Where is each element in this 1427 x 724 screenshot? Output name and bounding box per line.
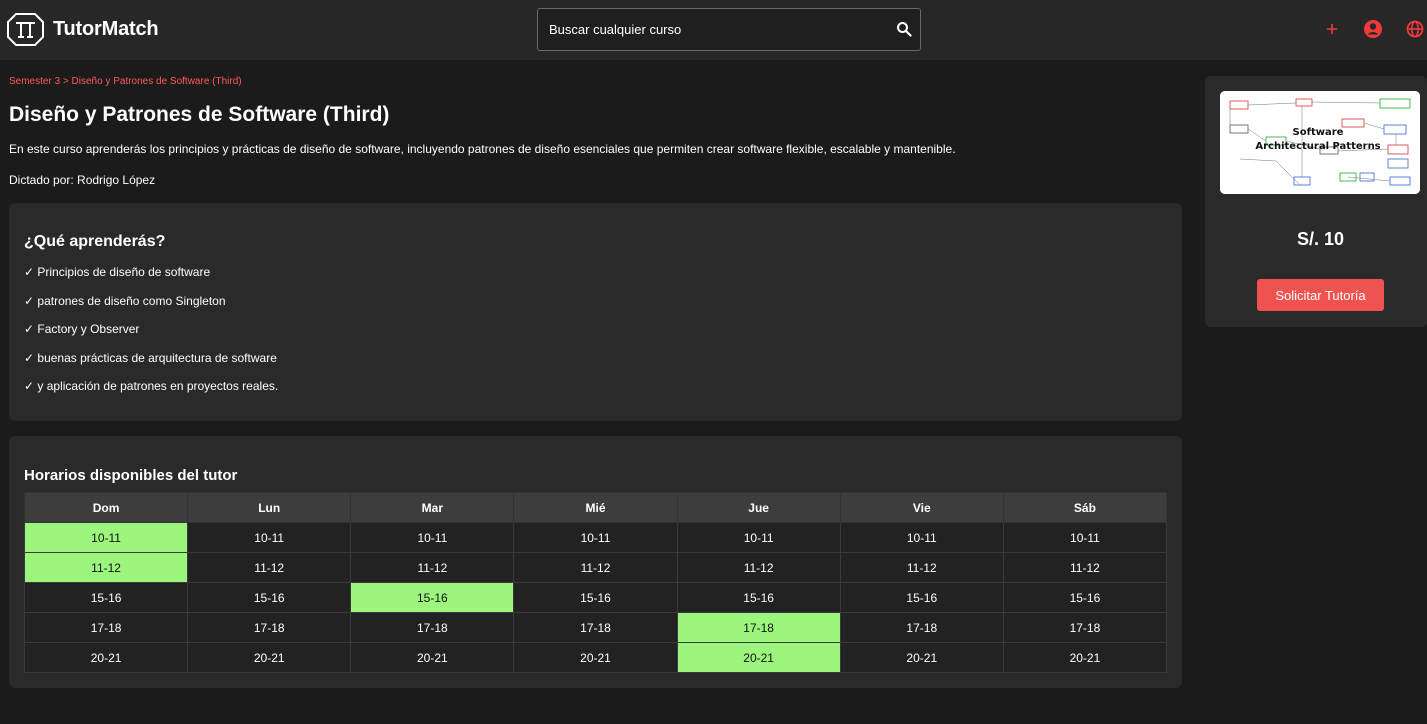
brand-name: TutorMatch <box>53 18 159 40</box>
course-thumbnail-image: Software Architectural Patterns <box>1220 91 1420 194</box>
available-slot-cell[interactable]: 10-11 <box>23 522 189 553</box>
globe-icon[interactable] <box>1405 19 1425 39</box>
learning-outcome-item: ✓ y aplicación de patrones en proyectos … <box>24 379 279 393</box>
top-navbar: TutorMatch <box>0 0 1427 60</box>
plus-icon[interactable] <box>1322 19 1342 39</box>
user-icon[interactable] <box>1363 19 1383 39</box>
thumbnail-text-line-2: Architectural Patterns <box>1255 141 1380 152</box>
slot-cell[interactable]: 11-12 <box>513 552 678 583</box>
slot-cell[interactable]: 11-12 <box>1002 552 1168 583</box>
slot-cell[interactable]: 15-16 <box>676 582 841 613</box>
schedule-row: 15-16 15-16 15-16 15-16 15-16 15-16 15-16 <box>23 582 1168 613</box>
slot-cell[interactable]: 11-12 <box>676 552 841 583</box>
search-icon[interactable] <box>896 21 912 37</box>
schedule-row: 11-12 11-12 11-12 11-12 11-12 11-12 11-12 <box>23 552 1168 583</box>
slot-cell[interactable]: 17-18 <box>839 612 1004 643</box>
slot-cell[interactable]: 17-18 <box>1002 612 1168 643</box>
schedule-table: Dom Lun Mar Mié Jue Vie Sáb 10-11 10-11 10… <box>23 492 1168 673</box>
available-slot-cell[interactable]: 20-21 <box>676 642 841 673</box>
learning-outcome-item: ✓ Factory y Observer <box>24 322 140 336</box>
slot-cell[interactable]: 10-11 <box>676 522 841 553</box>
slot-cell[interactable]: 15-16 <box>1002 582 1168 613</box>
tutor-name: Dictado por: Rodrigo López <box>9 173 156 187</box>
day-header: Lun <box>187 492 352 523</box>
slot-cell[interactable]: 20-21 <box>839 642 1004 673</box>
slot-cell[interactable]: 11-12 <box>187 552 352 583</box>
course-price: S/. 10 <box>1296 229 1345 249</box>
slot-cell[interactable]: 17-18 <box>350 612 515 643</box>
page-title: Diseño y Patrones de Software (Third) <box>9 103 390 126</box>
schedule-row: 20-21 20-21 20-21 20-21 20-21 20-21 20-21 <box>23 642 1168 673</box>
course-purchase-card: Software Architectural Patterns S/. 10 S… <box>1205 76 1427 327</box>
slot-cell[interactable]: 11-12 <box>839 552 1004 583</box>
brand-logo[interactable]: TutorMatch <box>7 13 159 46</box>
slot-cell[interactable]: 15-16 <box>23 582 189 613</box>
slot-cell[interactable]: 10-11 <box>839 522 1004 553</box>
learning-outcome-item: ✓ Principios de diseño de software <box>24 265 211 279</box>
slot-cell[interactable]: 15-16 <box>513 582 678 613</box>
day-header: Mié <box>513 492 678 523</box>
slot-cell[interactable]: 15-16 <box>187 582 352 613</box>
available-slot-cell[interactable]: 15-16 <box>350 582 515 613</box>
slot-cell[interactable]: 17-18 <box>23 612 189 643</box>
search-input[interactable] <box>538 9 878 50</box>
request-tutoring-button[interactable]: Solicitar Tutoría <box>1257 279 1384 311</box>
learning-outcome-item: ✓ patrones de diseño como Singleton <box>24 293 226 308</box>
slot-cell[interactable]: 20-21 <box>513 642 678 673</box>
schedule-header-row: Dom Lun Mar Mié Jue Vie Sáb <box>23 492 1168 523</box>
learning-outcomes-title: ¿Qué aprenderás? <box>24 233 166 250</box>
slot-cell[interactable]: 10-11 <box>1002 522 1168 553</box>
learning-outcomes-card: ¿Qué aprenderás? ✓ Principios de diseño … <box>9 203 1182 421</box>
slot-cell[interactable]: 11-12 <box>350 552 515 583</box>
learning-outcome-item: ✓ buenas prácticas de arquitectura de so… <box>24 350 277 365</box>
slot-cell[interactable]: 10-11 <box>513 522 678 553</box>
day-header: Dom <box>23 492 189 523</box>
available-slot-cell[interactable]: 17-18 <box>676 612 841 643</box>
breadcrumb[interactable]: Semester 3 > Diseño y Patrones de Softwa… <box>9 76 242 87</box>
slot-cell[interactable]: 10-11 <box>350 522 515 553</box>
schedule-card: Horarios disponibles del tutor Dom Lun M… <box>9 436 1182 688</box>
slot-cell[interactable]: 20-21 <box>350 642 515 673</box>
thumbnail-text-line-1: Software <box>1293 127 1344 138</box>
schedule-row: 10-11 10-11 10-11 10-11 10-11 10-11 10-11 <box>23 522 1168 553</box>
day-header: Mar <box>350 492 515 523</box>
search-box <box>537 8 921 51</box>
day-header: Vie <box>839 492 1004 523</box>
slot-cell[interactable]: 20-21 <box>1002 642 1168 673</box>
day-header: Jue <box>676 492 841 523</box>
slot-cell[interactable]: 10-11 <box>187 522 352 553</box>
tutormatch-logo-icon <box>7 13 44 46</box>
slot-cell[interactable]: 20-21 <box>23 642 189 673</box>
learning-outcomes-list: ✓ Principios de diseño de software ✓ pat… <box>24 265 278 408</box>
available-slot-cell[interactable]: 11-12 <box>23 552 189 583</box>
slot-cell[interactable]: 17-18 <box>513 612 678 643</box>
slot-cell[interactable]: 17-18 <box>187 612 352 643</box>
course-description: En este curso aprenderás los principios … <box>9 142 956 156</box>
schedule-title: Horarios disponibles del tutor <box>24 467 238 484</box>
schedule-row: 17-18 17-18 17-18 17-18 17-18 17-18 17-18 <box>23 612 1168 643</box>
slot-cell[interactable]: 20-21 <box>187 642 352 673</box>
day-header: Sáb <box>1002 492 1168 523</box>
slot-cell[interactable]: 15-16 <box>839 582 1004 613</box>
